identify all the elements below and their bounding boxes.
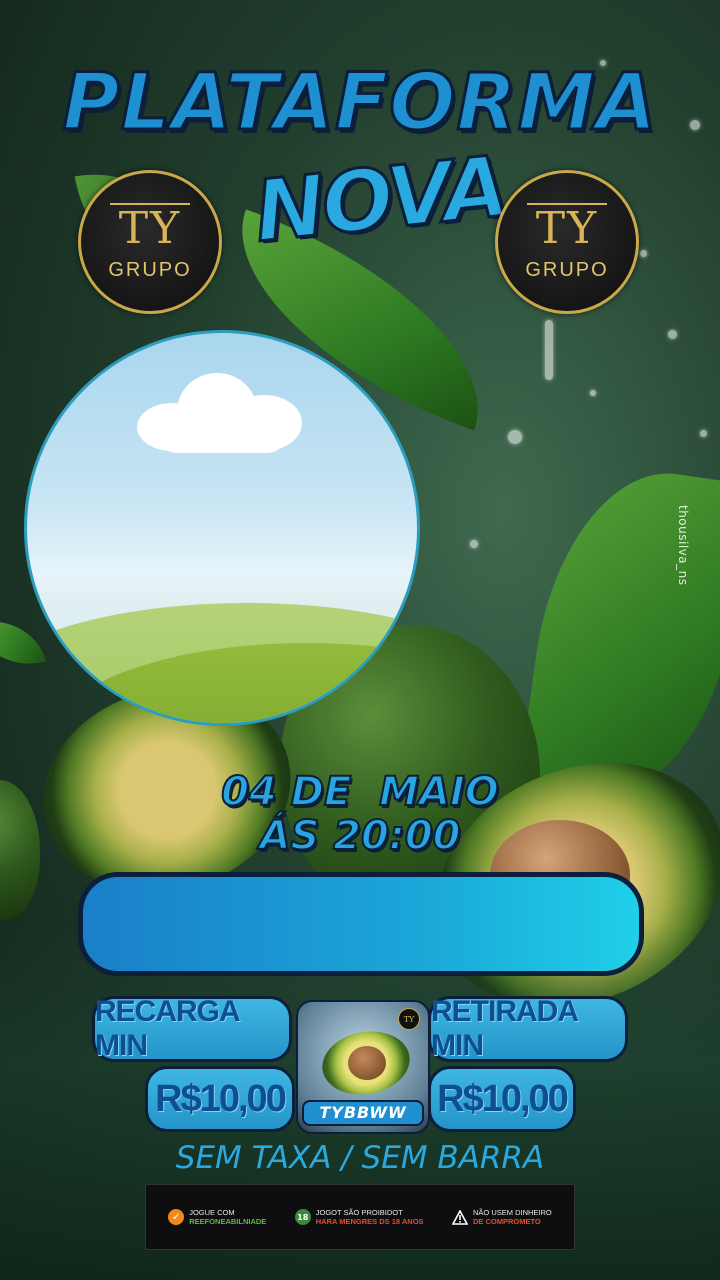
water-drop [700, 430, 707, 437]
water-drop [508, 430, 522, 444]
withdraw-min-label: RETIRADA MIN [428, 995, 628, 1062]
disclaimer-line2: HARA MENGRES DS 18 ANOS [315, 1217, 424, 1226]
disclaimer-item: 18 JOGOT SÃO PROIBIDOT HARA MENGRES DS 1… [294, 1208, 424, 1226]
highlight-bar [78, 872, 644, 976]
water-drop [545, 320, 553, 380]
app-badge: TY [398, 1008, 420, 1030]
disclaimer-item: ✓ JOGUE COM REEFONEABILNIADE [168, 1208, 266, 1226]
event-time: ÁS 20:00 [258, 813, 461, 859]
disclaimer-line1: JOGUE COM [189, 1208, 235, 1217]
avocado-seed-icon [348, 1046, 386, 1080]
deposit-min-value: R$10,00 [145, 1066, 295, 1132]
brand-label: GRUPO [108, 258, 192, 281]
disclaimer-line2: REEFONEABILNIADE [189, 1217, 267, 1226]
water-drop [590, 390, 596, 396]
page-title: PLATAFORMA [61, 57, 658, 150]
brand-badge-left: TY GRUPO [78, 170, 222, 314]
withdraw-min-value: R$10,00 [428, 1066, 576, 1132]
app-icon: TY TYBBWW [296, 1000, 430, 1134]
disclaimer-line2: DE COMPROMETO [472, 1217, 541, 1226]
disclaimer-footer: ✓ JOGUE COM REEFONEABILNIADE 18 JOGOT SÃ… [145, 1184, 575, 1250]
18-plus-icon: 18 [294, 1209, 311, 1225]
app-name: TYBBWW [302, 1100, 424, 1126]
event-date: 04 DE MAIO ÁS 20:00 [0, 769, 720, 859]
check-icon: ✓ [168, 1209, 185, 1225]
event-date-line1: 04 DE MAIO [220, 769, 500, 815]
cloud-icon [137, 373, 302, 453]
deposit-min-label: RECARGA MIN [92, 995, 292, 1062]
water-drop [470, 540, 478, 548]
brand-monogram: TY [527, 202, 607, 251]
photo-placeholder [24, 330, 420, 726]
brand-badge-right: TY GRUPO [495, 170, 639, 314]
water-drop [640, 250, 647, 257]
designer-watermark: thousilva_ns [676, 505, 690, 586]
disclaimer-line1: NÃO USEM DINHEIRO [472, 1208, 552, 1217]
tagline: SEM TAXA / SEM BARRA [175, 1140, 545, 1176]
warning-icon [451, 1209, 468, 1225]
water-drop [668, 330, 677, 339]
brand-monogram: TY [110, 202, 190, 251]
disclaimer-line1: JOGOT SÃO PROIBIDOT [315, 1208, 403, 1217]
brand-label: GRUPO [525, 258, 609, 281]
disclaimer-item: NÃO USEM DINHEIRO DE COMPROMETO [451, 1208, 552, 1226]
